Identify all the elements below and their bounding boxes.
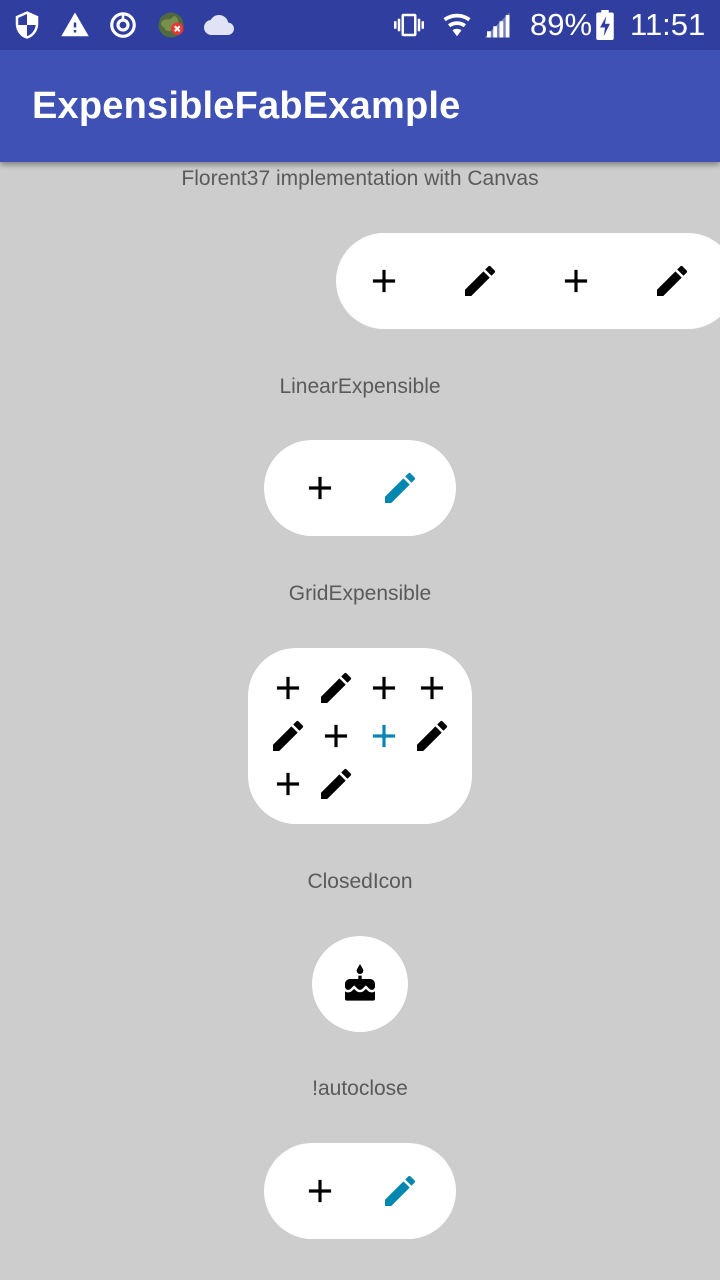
grid-action-10[interactable] bbox=[312, 760, 360, 808]
sync-icon bbox=[108, 10, 138, 40]
grid-action-6[interactable] bbox=[312, 712, 360, 760]
grid-action-7[interactable] bbox=[360, 712, 408, 760]
cake-icon bbox=[340, 964, 380, 1004]
section-label-linear: LinearExpensible bbox=[279, 375, 441, 398]
fab-action-3[interactable] bbox=[552, 257, 600, 305]
plus-icon bbox=[413, 669, 451, 707]
grid-action-5[interactable] bbox=[264, 712, 312, 760]
pencil-icon bbox=[652, 261, 692, 301]
pencil-icon bbox=[380, 1171, 420, 1211]
plus-icon bbox=[557, 262, 595, 300]
grid-expensible-fab bbox=[248, 648, 472, 824]
warning-icon bbox=[60, 10, 90, 40]
autoclose-action-add[interactable] bbox=[296, 1167, 344, 1215]
globe-error-icon bbox=[156, 10, 186, 40]
battery-percent: 89% bbox=[530, 7, 593, 42]
grid-action-3[interactable] bbox=[360, 664, 408, 712]
plus-icon bbox=[365, 717, 403, 755]
plus-icon bbox=[365, 262, 403, 300]
signal-icon bbox=[482, 10, 512, 40]
battery-charging-icon bbox=[596, 10, 618, 40]
pencil-icon bbox=[380, 468, 420, 508]
autoclose-expensible-fab bbox=[264, 1143, 456, 1239]
pencil-icon bbox=[268, 716, 308, 756]
grid-action-8[interactable] bbox=[408, 712, 456, 760]
section-label-grid: GridExpensible bbox=[288, 582, 432, 605]
linear-action-edit[interactable] bbox=[376, 464, 424, 512]
grid-action-4[interactable] bbox=[408, 664, 456, 712]
plus-icon bbox=[365, 669, 403, 707]
section-label-closed-icon: ClosedIcon bbox=[307, 870, 413, 893]
section-label-autoclose: !autoclose bbox=[312, 1077, 408, 1100]
linear-action-add[interactable] bbox=[296, 464, 344, 512]
pencil-icon bbox=[316, 764, 356, 804]
plus-icon bbox=[301, 1172, 339, 1210]
plus-icon bbox=[269, 765, 307, 803]
cloud-icon bbox=[204, 10, 234, 40]
clock: 11:51 bbox=[630, 7, 706, 42]
fab-action-4[interactable] bbox=[648, 257, 696, 305]
autoclose-action-edit[interactable] bbox=[376, 1167, 424, 1215]
shield-icon bbox=[12, 10, 42, 40]
canvas-expensible-fab bbox=[336, 233, 720, 329]
grid-action-1[interactable] bbox=[264, 664, 312, 712]
wifi-icon bbox=[442, 10, 472, 40]
linear-expensible-fab bbox=[264, 440, 456, 536]
app-bar: ExpensibleFabExample bbox=[0, 50, 720, 162]
vibrate-icon bbox=[394, 10, 424, 40]
plus-icon bbox=[317, 717, 355, 755]
plus-icon bbox=[269, 669, 307, 707]
plus-icon bbox=[301, 469, 339, 507]
fab-action-1[interactable] bbox=[360, 257, 408, 305]
pencil-icon bbox=[460, 261, 500, 301]
grid-action-2[interactable] bbox=[312, 664, 360, 712]
section-label-canvas: Florent37 implementation with Canvas bbox=[181, 167, 539, 190]
app-title: ExpensibleFabExample bbox=[32, 85, 461, 127]
status-bar: 89% 11:51 bbox=[0, 0, 720, 50]
pencil-icon bbox=[316, 668, 356, 708]
grid-action-9[interactable] bbox=[264, 760, 312, 808]
fab-action-2[interactable] bbox=[456, 257, 504, 305]
closed-icon-toggle[interactable] bbox=[336, 960, 384, 1008]
closed-icon-fab[interactable] bbox=[312, 936, 408, 1032]
pencil-icon bbox=[412, 716, 452, 756]
